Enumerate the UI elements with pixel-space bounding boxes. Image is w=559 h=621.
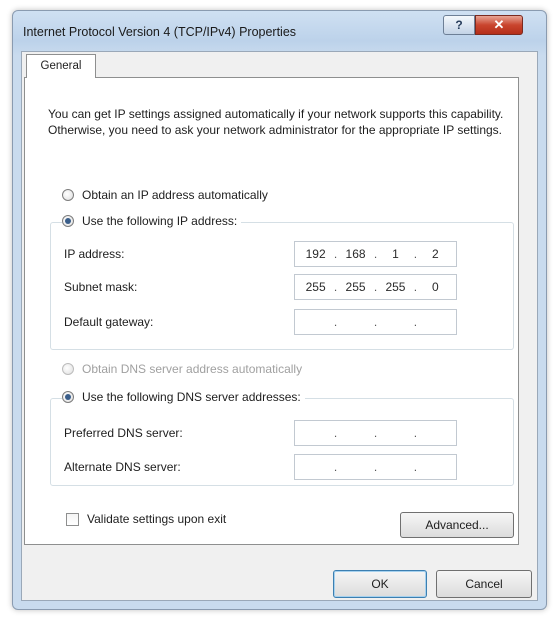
radio-button[interactable] [62, 363, 74, 375]
octet-separator: . [413, 315, 418, 329]
octet-separator: . [373, 247, 378, 261]
radio-use-following-ip[interactable]: Use the following IP address: [62, 214, 242, 228]
octet-separator: . [373, 315, 378, 329]
octet-separator: . [333, 426, 338, 440]
help-button[interactable]: ? [443, 15, 475, 35]
validate-settings-checkbox[interactable]: Validate settings upon exit [66, 512, 226, 526]
advanced-button[interactable]: Advanced... [400, 512, 514, 538]
octet: 255 [305, 280, 326, 294]
radio-label: Obtain DNS server address automatically [82, 362, 303, 376]
tab-general[interactable]: General [26, 54, 96, 78]
default-gateway-input[interactable]: . . . [294, 309, 457, 335]
close-button[interactable]: ✕ [475, 15, 523, 35]
ok-button[interactable]: OK [333, 570, 427, 598]
octet-separator: . [333, 280, 338, 294]
checkbox-label: Validate settings upon exit [87, 512, 227, 526]
checkbox[interactable] [66, 512, 79, 526]
description-text: You can get IP settings assigned automat… [48, 107, 504, 137]
ip-address-input[interactable]: 192. 168. 1. 2 [294, 241, 457, 267]
octet-separator: . [373, 280, 378, 294]
radio-use-following-dns[interactable]: Use the following DNS server addresses: [62, 390, 305, 404]
radio-obtain-ip-auto[interactable]: Obtain an IP address automatically [62, 188, 268, 202]
octet-separator: . [373, 426, 378, 440]
radio-button[interactable] [62, 391, 74, 403]
octet: 255 [345, 280, 366, 294]
octet-separator: . [413, 460, 418, 474]
alternate-dns-input[interactable]: . . . [294, 454, 457, 480]
octet-separator: . [373, 460, 378, 474]
alternate-dns-label: Alternate DNS server: [64, 460, 181, 474]
octet-separator: . [333, 460, 338, 474]
radio-label: Obtain an IP address automatically [82, 188, 268, 202]
octet-separator: . [333, 247, 338, 261]
radio-label: Use the following IP address: [82, 214, 238, 228]
octet: 168 [345, 247, 366, 261]
help-icon: ? [455, 18, 463, 32]
octet: 0 [432, 280, 439, 294]
octet-separator: . [413, 280, 418, 294]
close-icon: ✕ [493, 17, 505, 32]
radio-button[interactable] [62, 215, 74, 227]
radio-button[interactable] [62, 189, 74, 201]
radio-obtain-dns-auto[interactable]: Obtain DNS server address automatically [62, 362, 302, 376]
octet: 192 [305, 247, 326, 261]
ip-address-label: IP address: [64, 247, 125, 261]
dialog-title: Internet Protocol Version 4 (TCP/IPv4) P… [23, 25, 297, 39]
preferred-dns-label: Preferred DNS server: [64, 426, 183, 440]
octet-separator: . [333, 315, 338, 329]
octet: 1 [392, 247, 399, 261]
subnet-mask-input[interactable]: 255. 255. 255. 0 [294, 274, 457, 300]
subnet-mask-label: Subnet mask: [64, 280, 138, 294]
title-bar[interactable]: Internet Protocol Version 4 (TCP/IPv4) P… [13, 11, 546, 51]
default-gateway-label: Default gateway: [64, 315, 154, 329]
preferred-dns-input[interactable]: . . . [294, 420, 457, 446]
octet: 2 [432, 247, 439, 261]
octet-separator: . [413, 426, 418, 440]
cancel-button[interactable]: Cancel [436, 570, 532, 598]
octet: 255 [385, 280, 406, 294]
octet-separator: . [413, 247, 418, 261]
radio-label: Use the following DNS server addresses: [82, 390, 301, 404]
